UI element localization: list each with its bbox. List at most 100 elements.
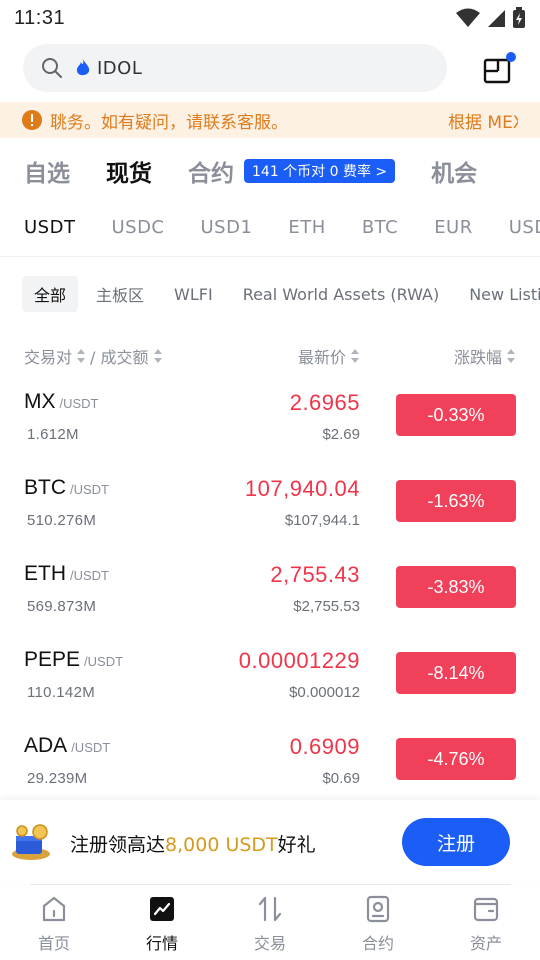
volume: 510.276M	[27, 512, 97, 529]
search-query: IDOL	[97, 57, 143, 79]
nav-market[interactable]: 行情	[108, 886, 216, 960]
wifi-icon	[456, 8, 480, 27]
market-row[interactable]: MX/USDT 1.612M 2.6965 $2.69 -0.33%	[0, 380, 540, 466]
volume: 29.239M	[27, 770, 88, 787]
signal-icon	[488, 10, 505, 27]
chip-main-board[interactable]: 主板区	[96, 282, 144, 306]
nav-label: 首页	[37, 934, 70, 953]
scan-button[interactable]	[482, 52, 516, 86]
last-price: 0.00001229	[238, 648, 360, 673]
market-chart-icon	[150, 897, 174, 921]
status-bar: 11:31	[0, 0, 540, 36]
flame-icon	[76, 59, 90, 76]
pair-column-header[interactable]: 交易对 / 成交额	[24, 344, 163, 368]
quote-symbol: /USDT	[70, 568, 109, 583]
chip-wlfi[interactable]: WLFI	[174, 285, 213, 304]
base-symbol: PEPE	[24, 648, 81, 671]
column-headers: 交易对 / 成交额 最新价 涨跌幅	[0, 340, 540, 370]
search-row: IDOL	[0, 44, 540, 94]
change-badge[interactable]: -3.83%	[396, 566, 516, 608]
market-row[interactable]: BTC/USDT 510.276M 107,940.04 $107,944.1 …	[0, 466, 540, 552]
change-header-label: 涨跌幅	[453, 348, 502, 367]
change-badge[interactable]: -1.63%	[396, 480, 516, 522]
trade-arrows-icon	[258, 896, 282, 922]
usd-price: $2.69	[322, 426, 360, 443]
pair-symbol: ADA/USDT	[24, 734, 110, 758]
chip-rwa[interactable]: Real World Assets (RWA)	[243, 285, 440, 304]
change-badge[interactable]: -4.76%	[396, 738, 516, 780]
pair-symbol: MX/USDT	[24, 390, 99, 414]
base-symbol: MX	[24, 390, 56, 413]
sort-icon	[351, 349, 359, 363]
pair-symbol: ETH/USDT	[24, 562, 109, 586]
quote-tab-eur[interactable]: EUR	[434, 217, 473, 238]
quote-tab-eth[interactable]: ETH	[288, 217, 325, 238]
divider	[30, 884, 510, 885]
volume-header-label: / 成交额	[90, 348, 149, 367]
pair-symbol: PEPE/USDT	[24, 648, 123, 672]
quote-symbol: /USDT	[70, 482, 109, 497]
volume: 1.612M	[27, 426, 79, 443]
quote-tab-usdt[interactable]: USDT	[24, 217, 75, 238]
sort-icon	[507, 349, 515, 363]
last-price: 2,755.43	[270, 562, 360, 587]
quote-tab-usd1[interactable]: USD1	[201, 217, 253, 238]
scan-icon	[483, 52, 516, 84]
market-row[interactable]: ETH/USDT 569.873M 2,755.43 $2,755.53 -3.…	[0, 552, 540, 638]
quote-symbol: /USDT	[59, 396, 99, 411]
usd-price: $0.69	[322, 770, 360, 787]
notice-text: 聎务。如有疑问，请联系客服。	[50, 112, 288, 133]
volume: 569.873M	[27, 598, 97, 615]
quote-tab-usde[interactable]: USDE	[509, 217, 540, 238]
tab-spot[interactable]: 现货	[106, 154, 152, 188]
last-price: 2.6965	[289, 390, 360, 415]
nav-label: 合约	[361, 934, 394, 953]
pair-header-label: 交易对	[24, 348, 73, 367]
last-price: 107,940.04	[244, 476, 360, 501]
battery-icon	[513, 7, 525, 28]
notice-right-text: 根据 MEX	[448, 112, 518, 133]
nav-label: 交易	[253, 934, 286, 953]
market-row[interactable]: PEPE/USDT 110.142M 0.00001229 $0.000012 …	[0, 638, 540, 724]
divider	[0, 256, 540, 257]
notice-banner[interactable]: 聎务。如有疑问，请联系客服。 根据 MEX	[0, 102, 540, 138]
sort-icon	[153, 349, 162, 363]
quote-symbol: /USDT	[71, 740, 111, 755]
home-icon	[42, 896, 66, 922]
pair-symbol: BTC/USDT	[24, 476, 109, 500]
category-chips: 全部 主板区 WLFI Real World Assets (RWA) New …	[0, 276, 540, 312]
change-column-header[interactable]: 涨跌幅	[454, 344, 516, 368]
futures-icon	[366, 895, 390, 923]
change-badge[interactable]: -8.14%	[396, 652, 516, 694]
volume: 110.142M	[27, 684, 96, 701]
nav-home[interactable]: 首页	[0, 886, 108, 960]
tab-futures[interactable]: 合约	[188, 154, 234, 188]
gift-coins-icon	[12, 824, 50, 860]
quote-tab-btc[interactable]: BTC	[362, 217, 398, 238]
quote-tab-usdc[interactable]: USDC	[111, 217, 164, 238]
chip-all[interactable]: 全部	[22, 276, 79, 312]
search-input[interactable]: IDOL	[23, 44, 447, 92]
change-badge[interactable]: -0.33%	[396, 394, 516, 436]
promo-text-after: 好礼	[277, 834, 316, 856]
last-price: 0.6909	[289, 734, 360, 759]
register-banner: 注册领高达8,000 USDT好礼 注册	[0, 800, 540, 884]
nav-assets[interactable]: 资产	[432, 886, 540, 960]
chip-new-listing[interactable]: New Listing	[469, 285, 540, 304]
wallet-icon	[473, 897, 499, 922]
nav-futures[interactable]: 合约	[324, 886, 432, 960]
usd-price: $107,944.1	[284, 512, 360, 529]
nav-label: 资产	[469, 934, 502, 953]
nav-trade[interactable]: 交易	[216, 886, 324, 960]
tab-favorites[interactable]: 自选	[24, 154, 70, 188]
register-button[interactable]: 注册	[402, 818, 510, 866]
promo-highlight: 8,000 USDT	[165, 834, 278, 856]
sort-icon	[77, 349, 86, 363]
market-row[interactable]: ADA/USDT 29.239M 0.6909 $0.69 -4.76%	[0, 724, 540, 810]
usd-price: $0.000012	[289, 684, 360, 701]
tab-opportunities[interactable]: 机会	[431, 154, 477, 188]
alert-icon	[22, 110, 42, 130]
zero-fee-badge[interactable]: 141 个币对 0 费率 >	[244, 159, 396, 183]
quote-currency-tabs: USDT USDC USD1 ETH BTC EUR USDE	[0, 208, 540, 246]
price-column-header[interactable]: 最新价	[298, 344, 360, 368]
